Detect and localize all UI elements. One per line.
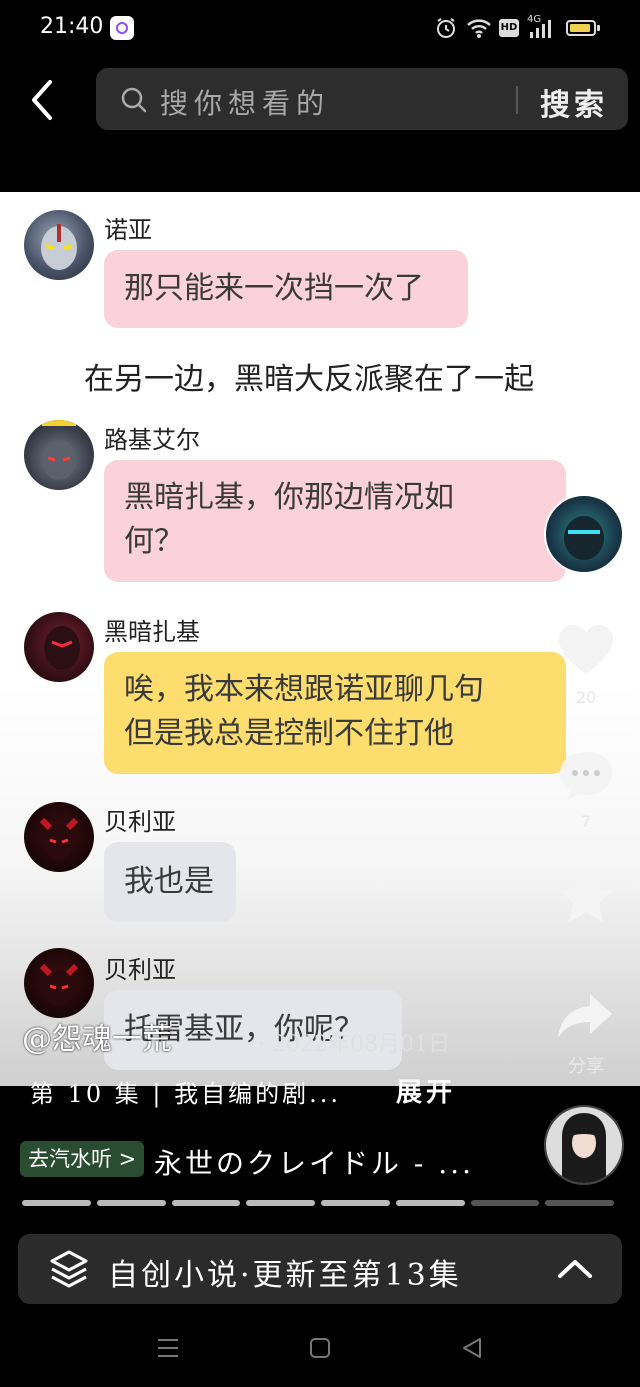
progress-segment <box>321 1200 390 1206</box>
progress-segment <box>171 1200 241 1206</box>
expand-button[interactable]: 展开 <box>396 1072 456 1109</box>
avatar-noah[interactable] <box>24 210 94 280</box>
message-text: 黑暗扎基，你那边情况如 <box>124 480 454 515</box>
back-nav-icon[interactable] <box>460 1336 484 1360</box>
song-title[interactable]: 永世のクレイドル - ... <box>154 1142 474 1182</box>
avatar-lugiel[interactable] <box>24 420 94 490</box>
home-icon[interactable] <box>308 1336 332 1360</box>
menu-icon[interactable] <box>156 1336 180 1360</box>
message-bubble: 我也是 <box>104 842 236 922</box>
search-icon <box>121 87 147 113</box>
progress-segment <box>96 1200 166 1206</box>
comment-count: 7 <box>580 812 592 831</box>
listen-in-qishui-button[interactable]: 去汽水听 > <box>20 1141 145 1177</box>
creator-avatar-button[interactable] <box>544 494 624 574</box>
favorite-count: 4 <box>580 934 592 953</box>
favorite-icon[interactable] <box>556 868 616 926</box>
music-disc-avatar[interactable] <box>544 1105 624 1185</box>
alarm-icon <box>437 18 455 38</box>
message-text: 何？ <box>124 524 184 559</box>
progress-segment <box>545 1200 614 1206</box>
progress-segment <box>395 1200 465 1206</box>
signal-icon <box>530 20 551 38</box>
sender-name: 贝利亚 <box>104 808 176 836</box>
status-time: 21:40 <box>40 14 104 39</box>
share-icon[interactable] <box>556 990 616 1040</box>
chevron-up-icon[interactable] <box>556 1256 594 1282</box>
video-chat-content[interactable]: 诺亚 那只能来一次挡一次了 在另一边，黑暗大反派聚在了一起 路基艾尔 黑暗扎基，… <box>0 192 640 1086</box>
comment-icon[interactable] <box>556 748 616 804</box>
like-count: 20 <box>575 688 597 707</box>
sender-name: 诺亚 <box>104 216 152 244</box>
progress-segment <box>246 1200 315 1206</box>
hd-badge: HD <box>499 19 519 37</box>
layers-icon <box>50 1250 88 1288</box>
post-date: · 2022年08月01日 <box>258 1032 450 1057</box>
search-button[interactable]: 搜索 <box>540 80 608 124</box>
author-name[interactable]: @怨魂一荒 <box>22 1014 172 1058</box>
search-divider <box>516 86 518 114</box>
search-placeholder: 搜你想看的 <box>160 87 331 120</box>
avatar-belial[interactable] <box>24 802 94 872</box>
sender-name: 路基艾尔 <box>104 426 200 454</box>
wifi-icon <box>467 19 491 38</box>
episode-title: 第 10 集 | 我自编的剧... <box>30 1080 342 1108</box>
like-icon[interactable] <box>556 622 616 678</box>
narration-text: 在另一边，黑暗大反派聚在了一起 <box>84 362 534 397</box>
avatar-dark-zagi[interactable] <box>24 612 94 682</box>
progress-segment <box>22 1200 91 1206</box>
battery-tip <box>597 25 600 31</box>
sender-name: 贝利亚 <box>104 956 176 984</box>
progress-segment <box>470 1200 540 1206</box>
message-text: 唉，我本来想跟诺亚聊几句 <box>124 672 484 707</box>
episode-progress <box>22 1200 614 1206</box>
message-bubble: 那只能来一次挡一次了 <box>104 250 468 328</box>
battery-icon <box>566 20 596 36</box>
avatar-belial[interactable] <box>24 948 94 1018</box>
share-label[interactable]: 分享 <box>556 1052 616 1078</box>
app-notification-icon <box>110 16 134 40</box>
collection-label: 自创小说·更新至第13集 <box>108 1258 462 1293</box>
message-text: 但是我总是控制不住打他 <box>124 716 454 751</box>
message-bubble: 唉，我本来想跟诺亚聊几句 但是我总是控制不住打他 <box>104 652 566 774</box>
message-text: 那只能来一次挡一次了 <box>124 271 424 306</box>
message-text: 我也是 <box>124 864 214 899</box>
sender-name: 黑暗扎基 <box>104 618 200 646</box>
back-button[interactable] <box>26 78 66 122</box>
message-bubble: 黑暗扎基，你那边情况如 何？ <box>104 460 566 582</box>
